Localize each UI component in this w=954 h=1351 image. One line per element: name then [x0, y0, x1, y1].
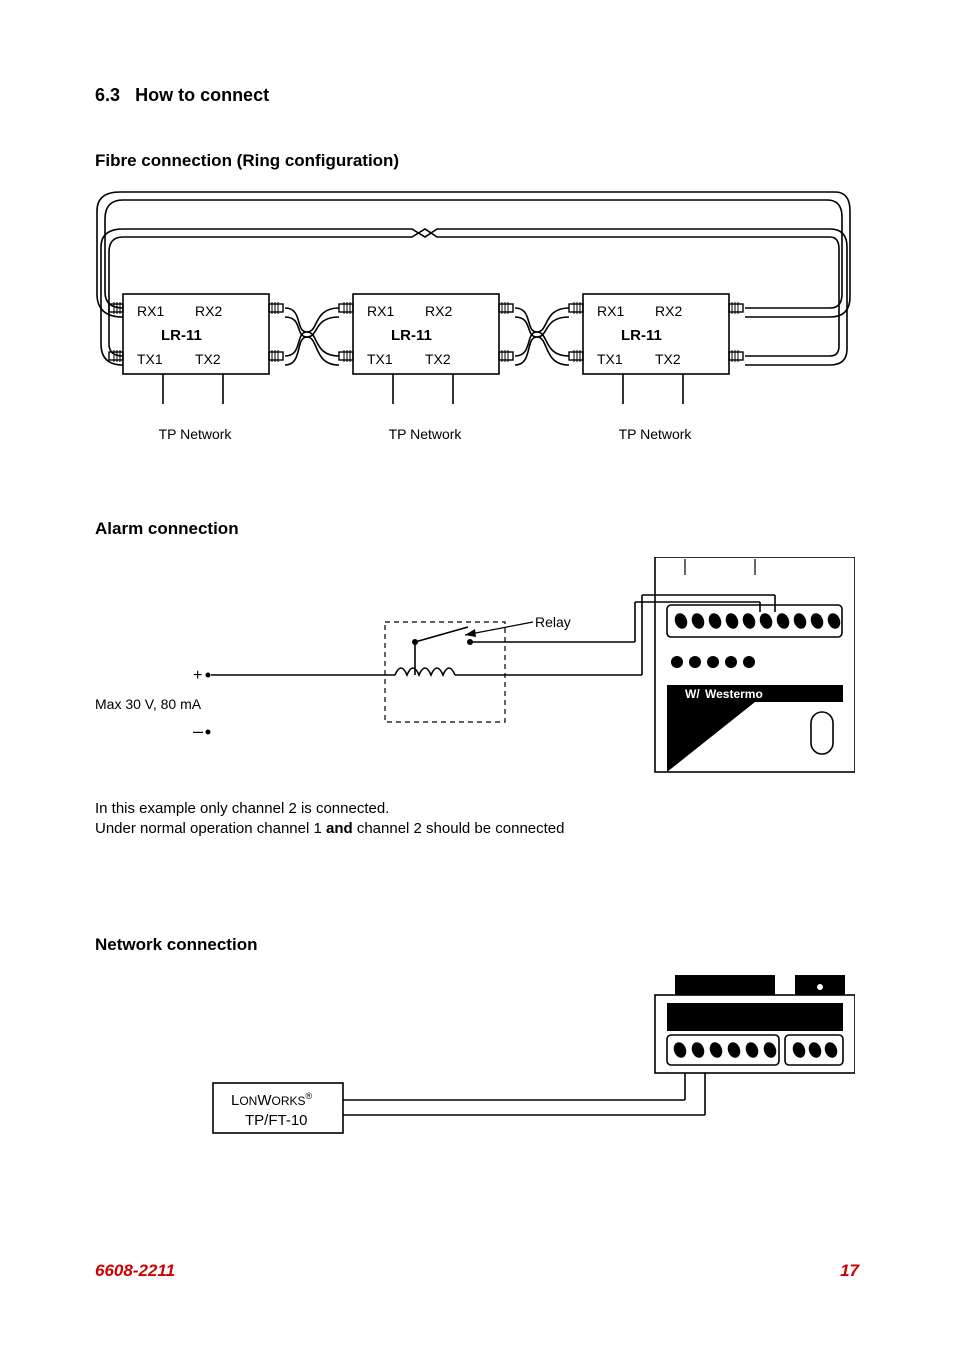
rx2-label: RX2	[655, 303, 682, 319]
page-footer: 6608-2211 17	[95, 1261, 859, 1281]
tpft-label: TP/FT-10	[245, 1112, 308, 1129]
tx1-label: TX1	[367, 351, 393, 367]
alarm-note: In this example only channel 2 is connec…	[95, 799, 859, 840]
tx1-label: TX1	[137, 351, 163, 367]
max-label: Max 30 V, 80 mA	[95, 696, 202, 712]
doc-number: 6608-2211	[95, 1261, 175, 1281]
note-line2c: channel 2 should be connected	[353, 820, 565, 837]
tx2-label: TX2	[655, 351, 681, 367]
device-label: LR-11	[161, 327, 202, 344]
device-label: LR-11	[391, 327, 432, 344]
section-title: How to connect	[135, 85, 269, 105]
tx1-label: TX1	[597, 351, 623, 367]
tx2-label: TX2	[195, 351, 221, 367]
relay-label: Relay	[535, 614, 571, 630]
alarm-title: Alarm connection	[95, 519, 859, 539]
rx2-label: RX2	[425, 303, 452, 319]
rx1-label: RX1	[137, 303, 164, 319]
brand-name: Westermo	[705, 687, 763, 701]
fibre-title: Fibre connection (Ring configuration)	[95, 151, 859, 171]
brand-label: W/	[685, 687, 700, 701]
section-heading: 6.3 How to connect	[95, 85, 859, 106]
tp-network-label: TP Network	[389, 426, 463, 442]
lonworks-label: LONWORKS®	[231, 1091, 313, 1109]
rx1-label: RX1	[367, 303, 394, 319]
page-number: 17	[840, 1261, 859, 1281]
device-label: LR-11	[621, 327, 662, 344]
rx2-label: RX2	[195, 303, 222, 319]
note-line2b: and	[326, 820, 353, 837]
tx2-label: TX2	[425, 351, 451, 367]
minus-label: –	[193, 721, 203, 741]
section-number: 6.3	[95, 85, 120, 105]
note-line2a: Under normal operation channel 1	[95, 820, 326, 837]
note-line1: In this example only channel 2 is connec…	[95, 800, 389, 817]
network-title: Network connection	[95, 935, 859, 955]
tp-network-label: TP Network	[159, 426, 233, 442]
alarm-diagram: + – Max 30 V, 80 mA Relay	[95, 557, 855, 787]
rx1-label: RX1	[597, 303, 624, 319]
fibre-diagram: RX1 RX2 TX1 TX2 LR-11 TP Network	[95, 189, 855, 449]
plus-label: +	[193, 667, 202, 684]
tp-network-label: TP Network	[619, 426, 693, 442]
network-diagram: LONWORKS® TP/FT-10	[95, 975, 855, 1175]
